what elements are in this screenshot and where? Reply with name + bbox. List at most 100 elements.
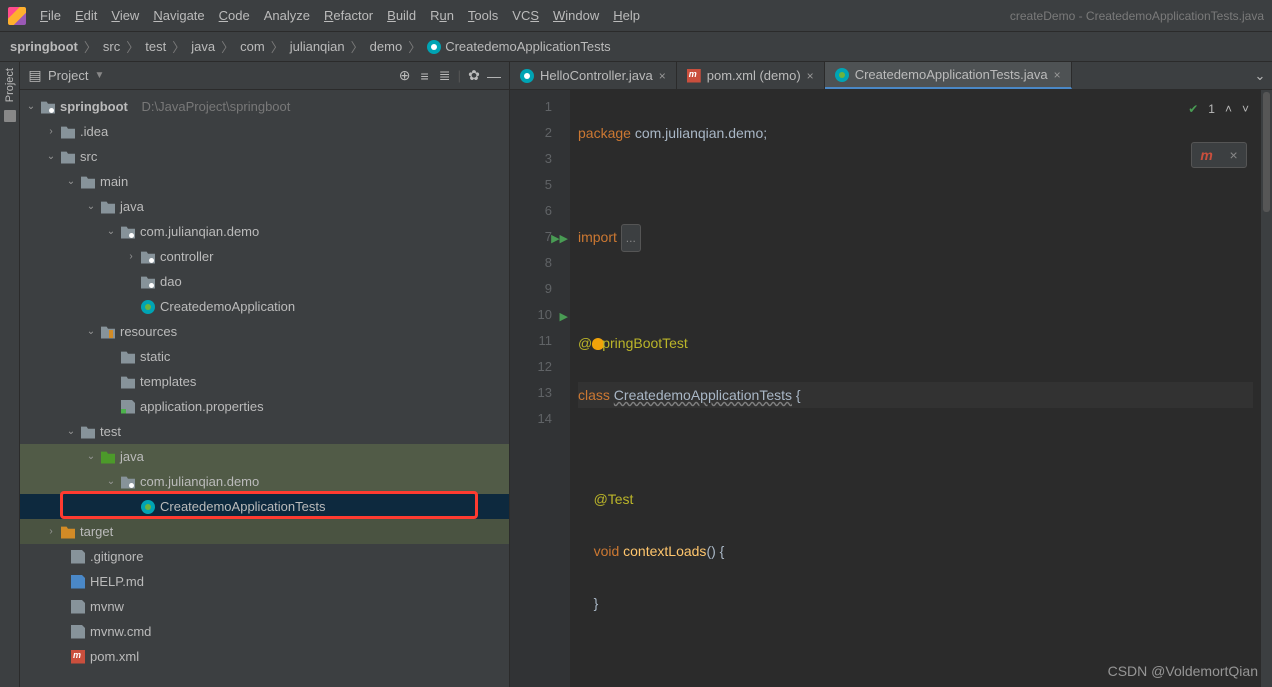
tree-mvnw[interactable]: ›mvnw (20, 594, 509, 619)
menu-navigate[interactable]: Navigate (153, 8, 204, 23)
java-class-icon (427, 40, 441, 54)
source-folder-icon (101, 200, 115, 214)
package-icon (121, 225, 135, 239)
menu-window[interactable]: Window (553, 8, 599, 23)
project-panel: ▤ Project ▼ ⊕ ≡ ≣ | ✿ — ⌄springboot D:\J… (20, 62, 510, 687)
project-panel-header: ▤ Project ▼ ⊕ ≡ ≣ | ✿ — (20, 62, 509, 90)
check-icon: ✔ (1188, 96, 1198, 122)
tree-main[interactable]: ⌄main (20, 169, 509, 194)
maven-reload-widget[interactable]: m × (1191, 142, 1247, 168)
tree-java-main[interactable]: ⌄java (20, 194, 509, 219)
intellij-logo-icon (8, 7, 26, 25)
tree-resources[interactable]: ⌄resources (20, 319, 509, 344)
editor-scrollbar[interactable] (1261, 90, 1272, 687)
menu-bar: File Edit View Navigate Code Analyze Ref… (0, 0, 1272, 32)
run-gutter-icon[interactable]: ▶ (560, 304, 568, 330)
crumb-demo[interactable]: demo (370, 39, 403, 54)
folder-icon (121, 375, 135, 389)
tree-controller[interactable]: ›controller (20, 244, 509, 269)
inspection-widget[interactable]: ✔1 ˄ ˅ (1188, 96, 1249, 122)
menu-help[interactable]: Help (613, 8, 640, 23)
tree-appprops[interactable]: ›application.properties (20, 394, 509, 419)
tree-root[interactable]: ⌄springboot D:\JavaProject\springboot (20, 94, 509, 119)
java-class-icon (520, 69, 534, 83)
tree-app-test[interactable]: ›CreatedemoApplicationTests (20, 494, 509, 519)
project-view-icon[interactable]: ▤ (28, 69, 42, 83)
file-icon (71, 625, 85, 639)
tool-window-bar-left: Project (0, 62, 20, 687)
close-icon[interactable]: × (1054, 68, 1061, 82)
tree-idea[interactable]: ›.idea (20, 119, 509, 144)
tab-pom[interactable]: pom.xml (demo)× (677, 62, 825, 89)
menu-edit[interactable]: Edit (75, 8, 97, 23)
menu-code[interactable]: Code (219, 8, 250, 23)
tab-hellocontroller[interactable]: HelloController.java× (510, 62, 677, 89)
tab-tests[interactable]: CreatedemoApplicationTests.java× (825, 62, 1072, 89)
editor-tabs: HelloController.java× pom.xml (demo)× Cr… (510, 62, 1272, 90)
expand-all-icon[interactable]: ≡ (418, 69, 432, 83)
tabs-more-icon[interactable]: ⌄ (1248, 62, 1272, 89)
crumb-java[interactable]: java (191, 39, 215, 54)
tree-help[interactable]: ›HELP.md (20, 569, 509, 594)
crumb-jq[interactable]: julianqian (290, 39, 345, 54)
spring-boot-class-icon (835, 68, 849, 82)
crumb-test[interactable]: test (145, 39, 166, 54)
crumb-file[interactable]: CreatedemoApplicationTests (427, 39, 610, 55)
menu-build[interactable]: Build (387, 8, 416, 23)
tree-target[interactable]: ›target (20, 519, 509, 544)
test-source-folder-icon (101, 450, 115, 464)
package-icon (141, 275, 155, 289)
hide-icon[interactable]: — (487, 69, 501, 83)
crumb-src[interactable]: src (103, 39, 120, 54)
tree-pkg-test[interactable]: ⌄com.julianqian.demo (20, 469, 509, 494)
maven-pom-icon (687, 69, 701, 83)
tree-static[interactable]: ›static (20, 344, 509, 369)
breadcrumb: springboot〉 src〉 test〉 java〉 com〉 julian… (0, 32, 1272, 62)
settings-icon[interactable]: ✿ (467, 69, 481, 83)
tree-java-test[interactable]: ⌄java (20, 444, 509, 469)
chevron-down-icon[interactable]: ˅ (1242, 96, 1249, 122)
menu-tools[interactable]: Tools (468, 8, 498, 23)
tree-pkg-main[interactable]: ⌄com.julianqian.demo (20, 219, 509, 244)
tree-templates[interactable]: ›templates (20, 369, 509, 394)
tree-app-main[interactable]: ›CreatedemoApplication (20, 294, 509, 319)
folder-icon (81, 175, 95, 189)
tree-mvnwcmd[interactable]: ›mvnw.cmd (20, 619, 509, 644)
chevron-up-icon[interactable]: ˄ (1225, 96, 1232, 122)
project-panel-title[interactable]: Project (48, 68, 88, 83)
package-icon (121, 475, 135, 489)
tree-pom[interactable]: ›pom.xml (20, 644, 509, 669)
collapse-all-icon[interactable]: ≣ (438, 69, 452, 83)
locate-icon[interactable]: ⊕ (398, 69, 412, 83)
crumb-root[interactable]: springboot (10, 39, 78, 54)
run-gutter-icon[interactable]: ▶▶ (551, 226, 568, 252)
crumb-com[interactable]: com (240, 39, 265, 54)
close-icon[interactable]: × (1229, 142, 1237, 168)
close-icon[interactable]: × (659, 69, 666, 83)
tree-src[interactable]: ⌄src (20, 144, 509, 169)
markdown-file-icon (71, 575, 85, 589)
properties-file-icon (121, 400, 135, 414)
menu-vcs[interactable]: VCS (512, 8, 539, 23)
menu-refactor[interactable]: Refactor (324, 8, 373, 23)
editor-code[interactable]: package com.julianqian.demo; import ... … (570, 90, 1261, 687)
excluded-folder-icon (61, 525, 75, 539)
tree-dao[interactable]: ›dao (20, 269, 509, 294)
maven-pom-icon (71, 650, 85, 664)
folder-icon (81, 425, 95, 439)
close-icon[interactable]: × (807, 69, 814, 83)
structure-tool-icon[interactable] (4, 110, 16, 122)
menu-file[interactable]: File (40, 8, 61, 23)
folder-icon (61, 150, 75, 164)
tree-test[interactable]: ⌄test (20, 419, 509, 444)
editor-gutter[interactable]: 123567891011121314 ▶▶ ▶ (510, 90, 570, 687)
menu-run[interactable]: Run (430, 8, 454, 23)
project-tree[interactable]: ⌄springboot D:\JavaProject\springboot ›.… (20, 90, 509, 687)
tree-gitignore[interactable]: ›.gitignore (20, 544, 509, 569)
menu-view[interactable]: View (111, 8, 139, 23)
resources-folder-icon (101, 325, 115, 339)
watermark: CSDN @VoldemortQian (1108, 663, 1258, 679)
menu-analyze[interactable]: Analyze (264, 8, 310, 23)
project-tool-tab[interactable]: Project (4, 68, 16, 102)
fold-placeholder[interactable]: ... (621, 224, 641, 252)
